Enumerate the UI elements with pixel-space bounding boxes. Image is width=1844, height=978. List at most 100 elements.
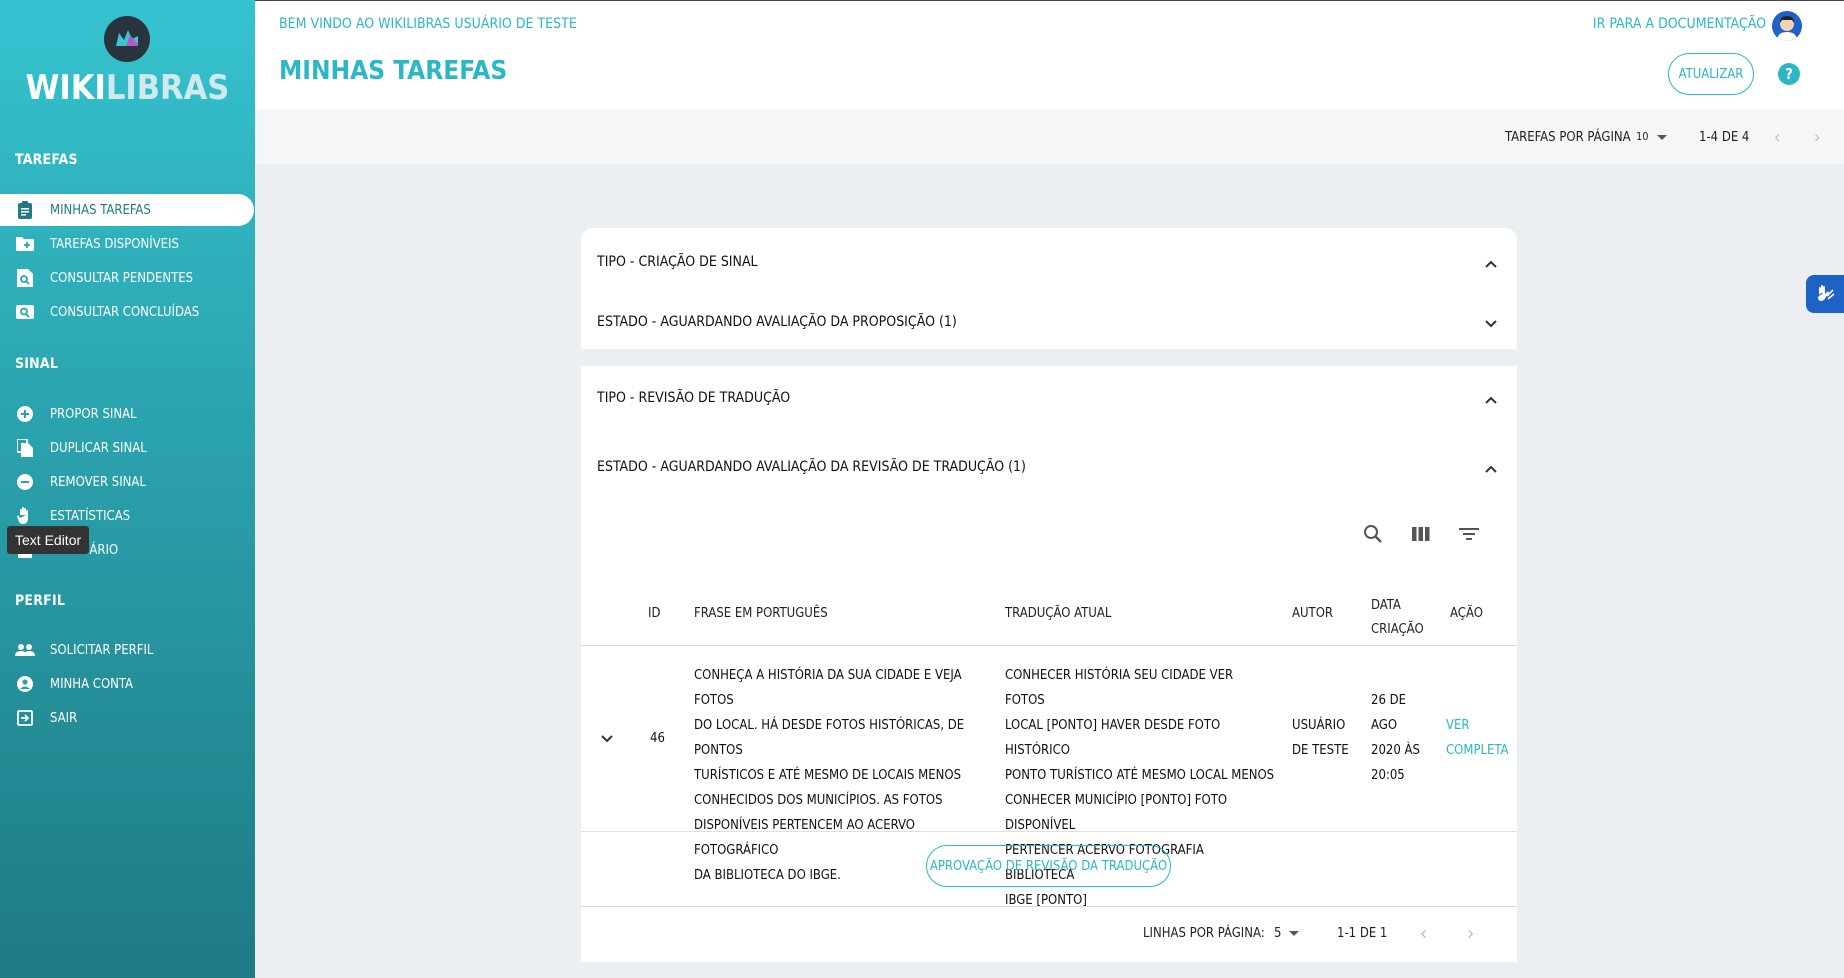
cell-line: 26 de <box>1371 693 1406 708</box>
header: Bem vindo ao WikiLibras Usuário de Teste… <box>255 0 1844 110</box>
section-title-perfil: Perfil <box>15 593 66 609</box>
cell-line: conhecidos dos municípios. As fotos <box>694 793 943 808</box>
cell-autor: Usuário de Teste <box>1292 713 1349 763</box>
dropdown-arrow-icon <box>1656 134 1667 140</box>
view-column-icon[interactable] <box>1412 526 1430 542</box>
tooltip: Text Editor <box>7 526 90 554</box>
add-circle-icon <box>14 403 36 425</box>
refresh-button[interactable]: Atualizar <box>1668 53 1754 95</box>
cell-line: CONHECER MUNICÍPIO [PONTO] FOTO DISPONÍV… <box>1005 793 1228 833</box>
cell-line: turísticos e até mesmo de locais menos <box>694 768 962 783</box>
next-page-icon[interactable]: › <box>1467 921 1474 945</box>
sidebar-item-solicitar-perfil[interactable]: Solicitar Perfil <box>0 634 255 666</box>
cell-line: 2020 às <box>1371 743 1420 758</box>
task-group-criacao: Tipo - Criação de Sinal Estado - Aguarda… <box>581 228 1517 349</box>
sidebar-item-minhas-tarefas[interactable]: Minhas Tarefas <box>0 194 254 226</box>
expand-row-chevron-icon[interactable] <box>599 731 615 747</box>
prev-page-icon[interactable]: ‹ <box>1774 127 1780 148</box>
rows-range-text: 1-1 de 1 <box>1337 926 1388 941</box>
hand-icon <box>14 505 36 527</box>
sidebar-item-sair[interactable]: Sair <box>0 702 255 734</box>
logo-icon <box>104 16 150 62</box>
column-header-data-line: Data <box>1371 598 1401 613</box>
image-search-icon <box>14 301 36 323</box>
search-icon[interactable] <box>1363 524 1383 544</box>
chevron-up-icon[interactable] <box>1483 392 1499 408</box>
sidebar-item-consultar-pendentes[interactable]: Consultar Pendentes <box>0 262 255 294</box>
exit-icon <box>14 707 36 729</box>
sidebar: WIKILIBRAS Tarefas Minhas Tarefas Tarefa… <box>0 0 255 978</box>
next-page-icon[interactable]: › <box>1814 127 1820 148</box>
cell-line: do local. Há desde fotos históricas, de … <box>694 718 965 758</box>
account-circle-icon <box>14 673 36 695</box>
dropdown-arrow-icon <box>1289 931 1300 936</box>
column-header-frase[interactable]: Frase em Português <box>694 606 828 621</box>
tasks-per-page-value: 10 <box>1636 130 1649 143</box>
cell-line: Ver <box>1446 718 1470 733</box>
ver-completa-link[interactable]: Ver completa <box>1446 713 1509 763</box>
cell-data: 26 de ago 2020 às 20:05 <box>1371 688 1420 788</box>
table-row: 46 Conheça a história da sua cidade e ve… <box>581 647 1517 908</box>
chevron-up-icon[interactable] <box>1483 256 1499 272</box>
help-icon[interactable]: ? <box>1778 63 1800 85</box>
sidebar-item-label: Propor Sinal <box>50 406 137 422</box>
remove-circle-icon <box>14 471 36 493</box>
cell-line: Conheça a história da sua cidade e veja … <box>694 668 962 708</box>
sidebar-item-label: Minha Conta <box>50 676 134 692</box>
cell-line: PONTO TURÍSTICO ATÉ MESMO LOCAL MENOS <box>1005 768 1275 783</box>
sidebar-item-propor-sinal[interactable]: Propor Sinal <box>0 398 255 430</box>
group-tipo-header[interactable]: Tipo - Revisão de Tradução <box>597 390 790 406</box>
cell-line: Usuário <box>1292 718 1346 733</box>
group-estado-header[interactable]: Estado - Aguardando Avaliação da Proposi… <box>597 314 957 330</box>
filter-list-icon[interactable] <box>1459 527 1479 541</box>
cell-id: 46 <box>650 731 665 746</box>
sidebar-item-label: Sair <box>50 710 78 726</box>
sidebar-item-label: Consultar Concluídas <box>50 304 200 320</box>
sidebar-item-duplicar-sinal[interactable]: Duplicar Sinal <box>0 432 255 464</box>
table-header-row: ID Frase em Português Tradução Atual Aut… <box>581 584 1517 646</box>
column-header-autor[interactable]: Autor <box>1292 606 1333 621</box>
sign-language-widget-button[interactable] <box>1806 275 1844 313</box>
documentation-link[interactable]: Ir para a documentação <box>1593 16 1766 32</box>
prev-page-icon[interactable]: ‹ <box>1420 921 1427 945</box>
cell-line: 20:05 <box>1371 768 1405 783</box>
approve-translation-button[interactable]: Aprovação de Revisão da Tradução <box>926 845 1171 887</box>
tasks-range-text: 1-4 de 4 <box>1699 130 1750 145</box>
welcome-text: Bem vindo ao WikiLibras Usuário de Teste <box>279 16 577 32</box>
sidebar-item-label: Duplicar Sinal <box>50 440 147 456</box>
column-header-acao[interactable]: Ação <box>1450 606 1483 621</box>
rows-per-page-value: 5 <box>1274 926 1282 941</box>
group-estado-header[interactable]: Estado - Aguardando Avaliação da Revisão… <box>597 459 1026 475</box>
task-group-revisao: Tipo - Revisão de Tradução Estado - Agua… <box>581 366 1517 962</box>
sidebar-item-remover-sinal[interactable]: Remover Sinal <box>0 466 255 498</box>
people-icon <box>14 639 36 661</box>
group-tipo-header[interactable]: Tipo - Criação de Sinal <box>597 254 758 270</box>
cell-line: LOCAL [PONTO] HAVER DESDE FOTO HISTÓRICO <box>1005 718 1221 758</box>
app-logo-text: WIKILIBRAS <box>0 68 255 108</box>
sidebar-item-label: Minhas Tarefas <box>50 202 151 218</box>
chevron-up-icon[interactable] <box>1483 461 1499 477</box>
section-title-sinal: Sinal <box>15 356 59 372</box>
logo-part2: LIBRAS <box>105 68 230 108</box>
avatar[interactable] <box>1772 11 1802 41</box>
copy-icon <box>14 437 36 459</box>
column-header-traducao[interactable]: Tradução Atual <box>1005 606 1111 621</box>
cell-line: de Teste <box>1292 743 1349 758</box>
sidebar-item-tarefas-disponiveis[interactable]: Tarefas Disponíveis <box>0 228 255 260</box>
chevron-down-icon[interactable] <box>1483 316 1499 332</box>
folder-add-icon <box>14 233 36 255</box>
page-title: Minhas Tarefas <box>279 56 508 86</box>
column-header-data[interactable]: Data Criação <box>1371 594 1424 642</box>
find-in-page-icon <box>14 267 36 289</box>
cell-line: ago <box>1371 718 1398 733</box>
rows-per-page-select[interactable]: 5 <box>1274 926 1300 941</box>
sidebar-item-consultar-concluidas[interactable]: Consultar Concluídas <box>0 296 255 328</box>
tasks-pagination: Tarefas por página 10 1-4 de 4 ‹ › <box>255 110 1844 164</box>
logo-part1: WIKI <box>25 68 106 108</box>
sidebar-item-minha-conta[interactable]: Minha Conta <box>0 668 255 700</box>
column-header-id[interactable]: ID <box>648 606 660 621</box>
rows-per-page-label: Linhas por página: <box>1143 926 1265 941</box>
tasks-per-page-select[interactable]: 10 <box>1636 130 1667 143</box>
section-title-tarefas: Tarefas <box>15 152 78 168</box>
cell-line: CONHECER HISTÓRIA SEU CIDADE VER FOTOS <box>1005 668 1234 708</box>
